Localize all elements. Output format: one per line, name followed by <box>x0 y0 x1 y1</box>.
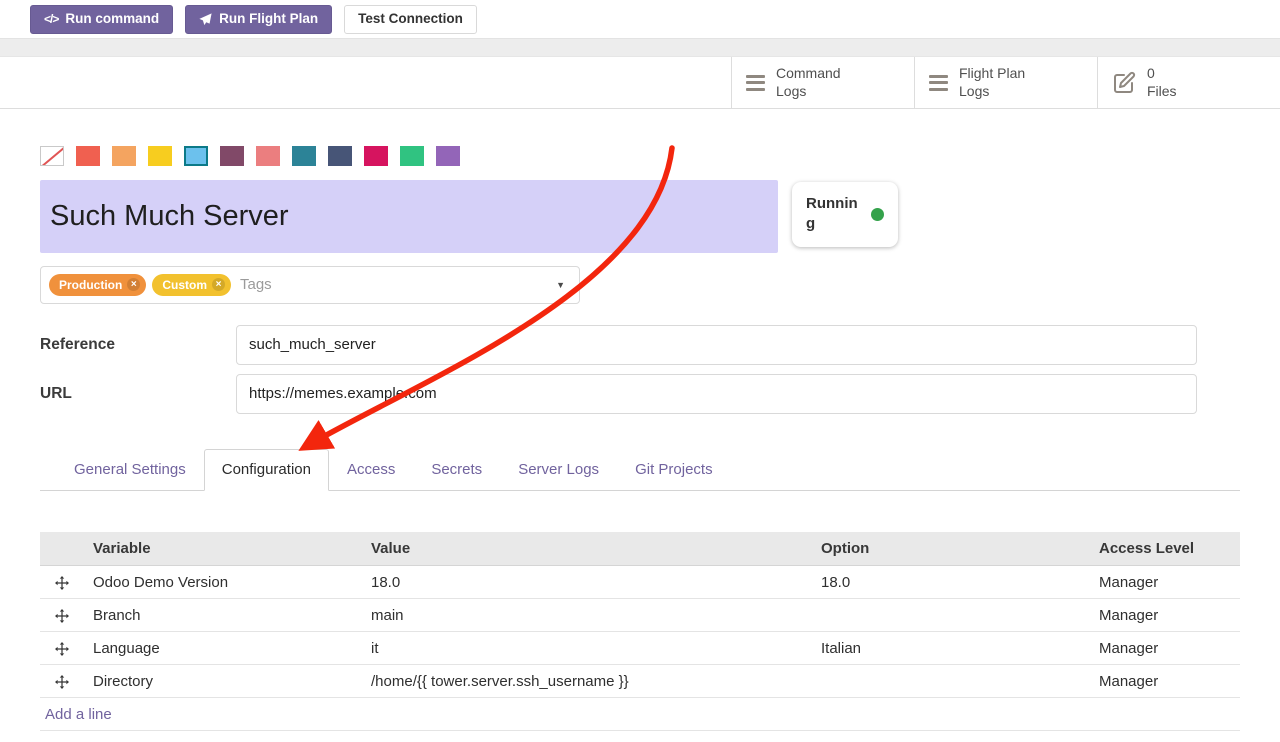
tab-server-logs[interactable]: Server Logs <box>500 449 617 490</box>
color-swatch-none[interactable] <box>40 146 64 166</box>
tags-field[interactable]: Production × Custom × Tags ▼ <box>40 266 580 304</box>
tag-label: Custom <box>162 278 207 292</box>
cell-variable[interactable]: Language <box>88 632 366 665</box>
cell-access-level[interactable]: Manager <box>1094 599 1240 632</box>
tab-git-projects[interactable]: Git Projects <box>617 449 731 490</box>
title-row: Such Much Server Running <box>40 180 1240 253</box>
code-icon: </> <box>44 13 58 25</box>
cell-value[interactable]: /home/{{ tower.server.ssh_username }} <box>366 665 816 698</box>
server-title[interactable]: Such Much Server <box>40 180 778 253</box>
cell-variable[interactable]: Branch <box>88 599 366 632</box>
test-connection-label: Test Connection <box>358 12 463 26</box>
cell-variable[interactable]: Odoo Demo Version <box>88 566 366 599</box>
tab-access[interactable]: Access <box>329 449 413 490</box>
color-swatch[interactable] <box>292 146 316 166</box>
notebook-tabs: General Settings Configuration Access Se… <box>40 449 1240 491</box>
flight-plan-logs-label: Flight Plan Logs <box>959 65 1049 100</box>
remove-tag-icon[interactable]: × <box>212 278 225 291</box>
cell-option[interactable]: 18.0 <box>816 566 1094 599</box>
form-header: Command Logs Flight Plan Logs 0 Files <box>0 57 1280 109</box>
color-swatch[interactable] <box>112 146 136 166</box>
move-handle-icon[interactable] <box>55 609 69 623</box>
cell-option[interactable] <box>816 599 1094 632</box>
run-flight-plan-button[interactable]: Run Flight Plan <box>185 5 332 34</box>
drag-handle-column-header <box>40 532 88 566</box>
column-header-variable[interactable]: Variable <box>88 532 366 566</box>
table-row[interactable]: Language it Italian Manager <box>40 632 1240 665</box>
color-palette <box>40 146 1240 166</box>
status-card[interactable]: Running <box>792 182 898 247</box>
cell-variable[interactable]: Directory <box>88 665 366 698</box>
table-row[interactable]: Branch main Manager <box>40 599 1240 632</box>
column-header-option[interactable]: Option <box>816 532 1094 566</box>
tag-label: Production <box>59 278 122 292</box>
color-swatch[interactable] <box>328 146 352 166</box>
tags-placeholder: Tags <box>240 276 272 293</box>
color-swatch[interactable] <box>220 146 244 166</box>
url-label: URL <box>40 385 236 403</box>
table-header-row: Variable Value Option Access Level <box>40 532 1240 566</box>
url-input[interactable] <box>236 374 1197 414</box>
add-line-row: Add a line <box>40 698 1240 731</box>
flight-plan-logs-button[interactable]: Flight Plan Logs <box>914 57 1097 108</box>
cell-access-level[interactable]: Manager <box>1094 665 1240 698</box>
chevron-down-icon[interactable]: ▼ <box>556 280 565 290</box>
color-swatch[interactable] <box>436 146 460 166</box>
column-header-value[interactable]: Value <box>366 532 816 566</box>
column-header-access-level[interactable]: Access Level <box>1094 532 1240 566</box>
test-connection-button[interactable]: Test Connection <box>344 5 477 34</box>
color-swatch[interactable] <box>400 146 424 166</box>
form-sheet: Such Much Server Running Production × Cu… <box>0 146 1280 731</box>
top-toolbar: </> Run command Run Flight Plan Test Con… <box>0 0 1280 38</box>
move-handle-icon[interactable] <box>55 576 69 590</box>
tab-general-settings[interactable]: General Settings <box>56 449 204 490</box>
cell-option[interactable]: Italian <box>816 632 1094 665</box>
url-row: URL <box>40 374 1240 414</box>
run-flight-plan-label: Run Flight Plan <box>219 12 318 26</box>
tab-configuration[interactable]: Configuration <box>204 449 329 491</box>
menu-lines-icon <box>929 75 948 91</box>
field-group: Reference URL <box>40 325 1240 414</box>
color-swatch[interactable] <box>256 146 280 166</box>
move-handle-icon[interactable] <box>55 675 69 689</box>
command-logs-button[interactable]: Command Logs <box>731 57 914 108</box>
table-row[interactable]: Odoo Demo Version 18.0 18.0 Manager <box>40 566 1240 599</box>
paper-plane-icon <box>199 13 212 26</box>
files-label: Files <box>1147 83 1237 101</box>
tab-secrets[interactable]: Secrets <box>413 449 500 490</box>
configuration-table-wrap: Variable Value Option Access Level Odoo … <box>40 532 1240 732</box>
files-count: 0 <box>1147 65 1237 83</box>
status-running-dot <box>871 208 884 221</box>
cell-access-level[interactable]: Manager <box>1094 566 1240 599</box>
cell-value[interactable]: 18.0 <box>366 566 816 599</box>
add-a-line-link[interactable]: Add a line <box>45 706 112 723</box>
files-stat-text: 0 Files <box>1147 65 1237 100</box>
command-logs-label: Command Logs <box>776 65 866 100</box>
move-handle-icon[interactable] <box>55 642 69 656</box>
color-swatch[interactable] <box>148 146 172 166</box>
color-swatch[interactable] <box>364 146 388 166</box>
tag-production[interactable]: Production × <box>49 274 146 296</box>
files-button[interactable]: 0 Files <box>1097 57 1280 108</box>
toolbar-separator <box>0 38 1280 57</box>
remove-tag-icon[interactable]: × <box>127 278 140 291</box>
cell-value[interactable]: it <box>366 632 816 665</box>
tag-custom[interactable]: Custom × <box>152 274 231 296</box>
configuration-table: Variable Value Option Access Level Odoo … <box>40 532 1240 732</box>
cell-value[interactable]: main <box>366 599 816 632</box>
menu-lines-icon <box>746 75 765 91</box>
run-command-label: Run command <box>65 12 159 26</box>
cell-option[interactable] <box>816 665 1094 698</box>
table-row[interactable]: Directory /home/{{ tower.server.ssh_user… <box>40 665 1240 698</box>
run-command-button[interactable]: </> Run command <box>30 5 173 34</box>
color-swatch-selected[interactable] <box>184 146 208 166</box>
reference-row: Reference <box>40 325 1240 365</box>
status-label: Running <box>806 194 860 235</box>
cell-access-level[interactable]: Manager <box>1094 632 1240 665</box>
edit-pencil-icon <box>1112 71 1136 95</box>
reference-label: Reference <box>40 336 236 354</box>
color-swatch[interactable] <box>76 146 100 166</box>
reference-input[interactable] <box>236 325 1197 365</box>
